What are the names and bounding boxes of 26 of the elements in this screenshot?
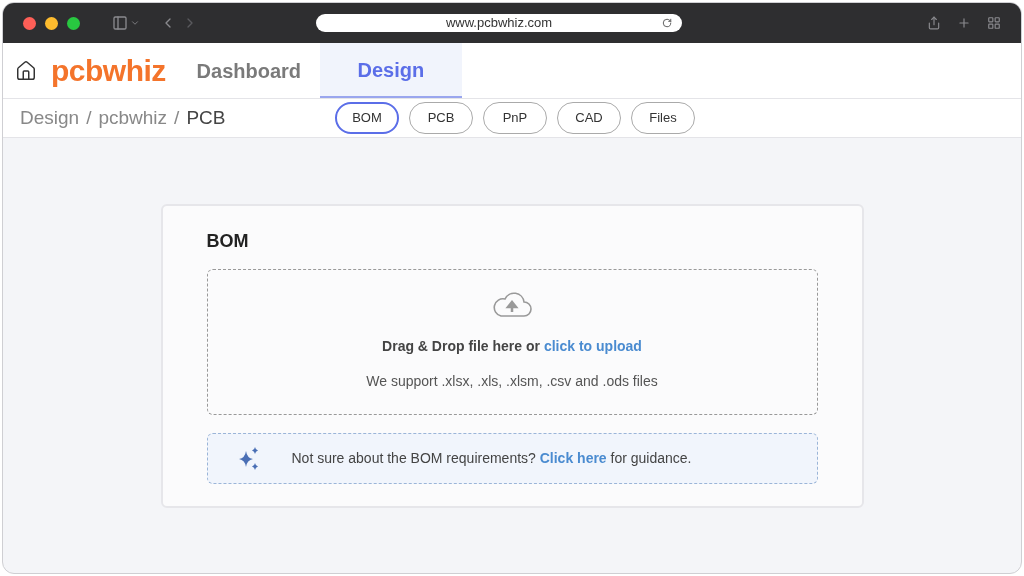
- home-icon[interactable]: [15, 59, 37, 82]
- drop-prompt: Drag & Drop file here or click to upload: [382, 337, 642, 356]
- cloud-upload-icon: [491, 292, 533, 318]
- sub-tab[interactable]: BOM: [335, 102, 399, 134]
- share-icon[interactable]: [927, 16, 941, 30]
- breadcrumb-item[interactable]: pcbwhiz: [98, 103, 168, 133]
- breadcrumb-item: PCB: [186, 105, 226, 130]
- card-title: BOM: [206, 230, 250, 253]
- drop-zone[interactable]: Drag & Drop file here or click to upload We support .xlsx, .xls, .xlsm, .csv and .ods files: [206, 269, 818, 415]
- reload-icon[interactable]: [662, 18, 672, 28]
- close-window-button[interactable]: [23, 16, 36, 30]
- url-text: www.pcbwhiz.com: [445, 14, 553, 33]
- maximize-window-button[interactable]: [67, 16, 80, 30]
- breadcrumb-separator: /: [86, 105, 92, 130]
- supported-formats-text: We support .xlsx, .xls, .xlsm, .csv and .ods files: [366, 372, 658, 391]
- tab-overview-icon[interactable]: [987, 16, 1001, 30]
- nav-tab[interactable]: Dashboard: [177, 43, 320, 98]
- breadcrumb-separator: /: [174, 105, 180, 130]
- breadcrumb-item[interactable]: Design: [20, 103, 80, 133]
- minimize-window-button[interactable]: [45, 16, 58, 30]
- address-bar[interactable]: www.pcbwhiz.com: [316, 14, 682, 32]
- guidance-text: Not sure about the BOM requirements? Click here for guidance.: [291, 449, 692, 468]
- sidebar-icon[interactable]: [112, 15, 128, 31]
- chevron-down-icon[interactable]: [130, 18, 140, 28]
- new-tab-icon[interactable]: [957, 16, 971, 30]
- nav-tab[interactable]: Design: [319, 43, 462, 98]
